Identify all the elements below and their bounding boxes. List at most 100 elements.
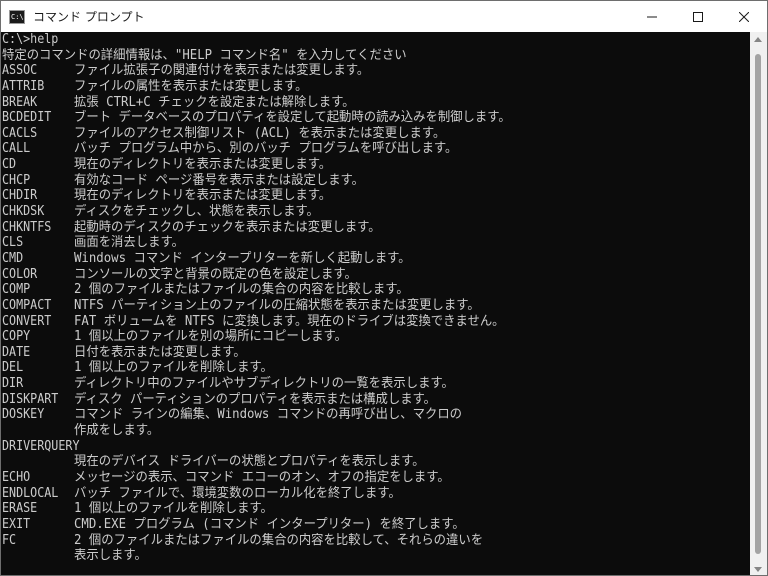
console-icon: C:\ xyxy=(9,9,25,24)
command-name: CONVERT xyxy=(2,313,52,329)
help-entry-line: ERASE 1 個以上のファイルを削除します。 xyxy=(2,501,751,517)
console-output[interactable]: C:\>help 特定のコマンドの詳細情報は、"HELP コマンド名" を入力し… xyxy=(1,32,751,575)
help-entry-line: DATE 日付を表示または変更します。 xyxy=(2,345,751,361)
command-name: BREAK xyxy=(2,94,38,110)
help-entry-line: 表示します。 xyxy=(2,548,751,564)
command-description: 作成をします。 xyxy=(74,423,160,439)
help-entry-line: BCDEDIT ブート データベースのプロパティを設定して起動時の読み込みを制御し… xyxy=(2,110,751,126)
command-name: COMPACT xyxy=(2,297,52,313)
vertical-scrollbar[interactable] xyxy=(750,32,767,575)
command-description: バッチ プログラム中から、別のバッチ プログラムを呼び出します。 xyxy=(74,141,458,157)
command-description: 現在のディレクトリを表示または変更します。 xyxy=(74,188,332,204)
scroll-down-arrow-icon[interactable] xyxy=(754,567,762,572)
command-name: ERASE xyxy=(2,501,38,517)
help-entry-line: CMD Windows コマンド インタープリターを新しく起動します。 xyxy=(2,251,751,267)
help-entry-line: DEL 1 個以上のファイルを削除します。 xyxy=(2,360,751,376)
help-entry-line: CLS 画面を消去します。 xyxy=(2,235,751,251)
command-description: 2 個のファイルまたはファイルの集合の内容を比較します。 xyxy=(74,282,409,298)
command-description: CMD.EXE プログラム (コマンド インタープリター) を終了します。 xyxy=(74,516,465,532)
command-name: ECHO xyxy=(2,469,31,485)
window-title: コマンド プロンプト xyxy=(33,10,145,24)
command-name: CACLS xyxy=(2,125,38,141)
help-entry-line: COMP 2 個のファイルまたはファイルの集合の内容を比較します。 xyxy=(2,282,751,298)
help-entry-line: CHCP 有効なコード ページ番号を表示または設定します。 xyxy=(2,173,751,189)
command-description: 起動時のディスクのチェックを表示または変更します。 xyxy=(74,219,381,235)
command-name: DRIVERQUERY xyxy=(2,438,80,454)
command-description: ファイル拡張子の関連付けを表示または変更します。 xyxy=(74,63,370,79)
command-description: 1 個以上のファイルを削除します。 xyxy=(74,360,273,376)
command-description: 現在のデバイス ドライバーの状態とプロパティを表示します。 xyxy=(74,454,425,470)
help-entry-line: DOSKEY コマンド ラインの編集、Windows コマンドの再呼び出し、マクロ… xyxy=(2,407,751,423)
command-name: ASSOC xyxy=(2,63,38,79)
command-name: ATTRIB xyxy=(2,78,45,94)
command-name: COLOR xyxy=(2,266,38,282)
command-name: CMD xyxy=(2,250,24,266)
command-name: DEL xyxy=(2,360,24,376)
command-description: 1 個以上のファイルを削除します。 xyxy=(74,501,273,517)
command-description: ディスク パーティションのプロパティを表示または構成します。 xyxy=(74,391,437,407)
command-name: CLS xyxy=(2,235,24,251)
scroll-up-arrow-icon[interactable] xyxy=(754,37,762,42)
help-entry-line: COMPACT NTFS パーティション上のファイルの圧縮状態を表示または変更しま… xyxy=(2,298,751,314)
help-entry-line: CONVERT FAT ボリュームを NTFS に変換します。現在のドライブは変換… xyxy=(2,314,751,330)
minimize-button[interactable] xyxy=(629,1,675,32)
help-entry-line: ECHO メッセージの表示、コマンド エコーのオン、オフの指定をします。 xyxy=(2,470,751,486)
command-description: ディレクトリ中のファイルやサブディレクトリの一覧を表示します。 xyxy=(74,376,454,392)
help-entry-line: CD 現在のディレクトリを表示または変更します。 xyxy=(2,157,751,173)
window-controls xyxy=(629,1,767,32)
command-name: FC xyxy=(2,532,17,548)
command-description: 画面を消去します。 xyxy=(74,235,184,251)
help-entry-line: DRIVERQUERY xyxy=(2,439,751,455)
command-description: 拡張 CTRL+C チェックを設定または解除します。 xyxy=(74,94,355,110)
help-entry-line: DIR ディレクトリ中のファイルやサブディレクトリの一覧を表示します。 xyxy=(2,376,751,392)
command-description: 2 個のファイルまたはファイルの集合の内容を比較して、それらの違いを xyxy=(74,532,484,548)
command-description: Windows コマンド インタープリターを新しく起動します。 xyxy=(74,250,411,266)
help-entry-line: FC 2 個のファイルまたはファイルの集合の内容を比較して、それらの違いを xyxy=(2,533,751,549)
command-name: COMP xyxy=(2,282,31,298)
command-name: DATE xyxy=(2,344,31,360)
close-button[interactable] xyxy=(721,1,767,32)
help-entry-line: BREAK 拡張 CTRL+C チェックを設定または解除します。 xyxy=(2,95,751,111)
command-description: 1 個以上のファイルを別の場所にコピーします。 xyxy=(74,329,347,345)
command-name: CALL xyxy=(2,141,31,157)
help-entry-line: 現在のデバイス ドライバーの状態とプロパティを表示します。 xyxy=(2,454,751,470)
maximize-button[interactable] xyxy=(675,1,721,32)
command-name: DIR xyxy=(2,376,24,392)
command-description: ディスクをチェックし、状態を表示します。 xyxy=(74,204,319,220)
command-name: EXIT xyxy=(2,516,31,532)
command-description: 日付を表示または変更します。 xyxy=(74,344,246,360)
command-description: NTFS パーティション上のファイルの圧縮状態を表示または変更します。 xyxy=(74,297,480,313)
minimize-icon xyxy=(647,16,657,17)
prompt-line: C:\>help xyxy=(2,32,59,47)
help-entry-line: ATTRIB ファイルの属性を表示または変更します。 xyxy=(2,79,751,95)
command-description: ファイルの属性を表示または変更します。 xyxy=(74,78,308,94)
help-entry-line: COLOR コンソールの文字と背景の既定の色を設定します。 xyxy=(2,267,751,283)
command-name: BCDEDIT xyxy=(2,110,52,126)
help-entry-line: COPY 1 個以上のファイルを別の場所にコピーします。 xyxy=(2,329,751,345)
help-entry-line: CHDIR 現在のディレクトリを表示または変更します。 xyxy=(2,188,751,204)
command-name: DISKPART xyxy=(2,391,59,407)
command-description: ファイルのアクセス制御リスト (ACL) を表示または変更します。 xyxy=(74,125,446,141)
title-bar[interactable]: C:\ コマンド プロンプト xyxy=(1,1,767,32)
help-entry-line: CHKDSK ディスクをチェックし、状態を表示します。 xyxy=(2,204,751,220)
command-name: CHDIR xyxy=(2,188,38,204)
command-name: CHCP xyxy=(2,172,31,188)
help-entry-line: EXIT CMD.EXE プログラム (コマンド インタープリター) を終了します… xyxy=(2,517,751,533)
help-entry-line: ASSOC ファイル拡張子の関連付けを表示または変更します。 xyxy=(2,63,751,79)
command-description: メッセージの表示、コマンド エコーのオン、オフの指定をします。 xyxy=(74,469,450,485)
command-name: CHKDSK xyxy=(2,204,45,220)
scroll-thumb[interactable] xyxy=(755,54,761,554)
command-description: コマンド ラインの編集、Windows コマンドの再呼び出し、マクロの xyxy=(74,407,463,423)
close-icon xyxy=(739,11,749,22)
command-description: 有効なコード ページ番号を表示または設定します。 xyxy=(74,172,365,188)
command-name: COPY xyxy=(2,329,31,345)
command-name: ENDLOCAL xyxy=(2,485,59,501)
help-entry-line: ENDLOCAL バッチ ファイルで、環境変数のローカル化を終了します。 xyxy=(2,486,751,502)
command-description: コンソールの文字と背景の既定の色を設定します。 xyxy=(74,266,357,282)
maximize-icon xyxy=(693,11,703,22)
help-entry-line: DISKPART ディスク パーティションのプロパティを表示または構成します。 xyxy=(2,392,751,408)
help-entry-line: CALL バッチ プログラム中から、別のバッチ プログラムを呼び出します。 xyxy=(2,141,751,157)
help-intro-line: 特定のコマンドの詳細情報は、"HELP コマンド名" を入力してください xyxy=(2,47,407,63)
command-description: バッチ ファイルで、環境変数のローカル化を終了します。 xyxy=(74,485,401,501)
command-description: ブート データベースのプロパティを設定して起動時の読み込みを制御します。 xyxy=(74,110,511,126)
